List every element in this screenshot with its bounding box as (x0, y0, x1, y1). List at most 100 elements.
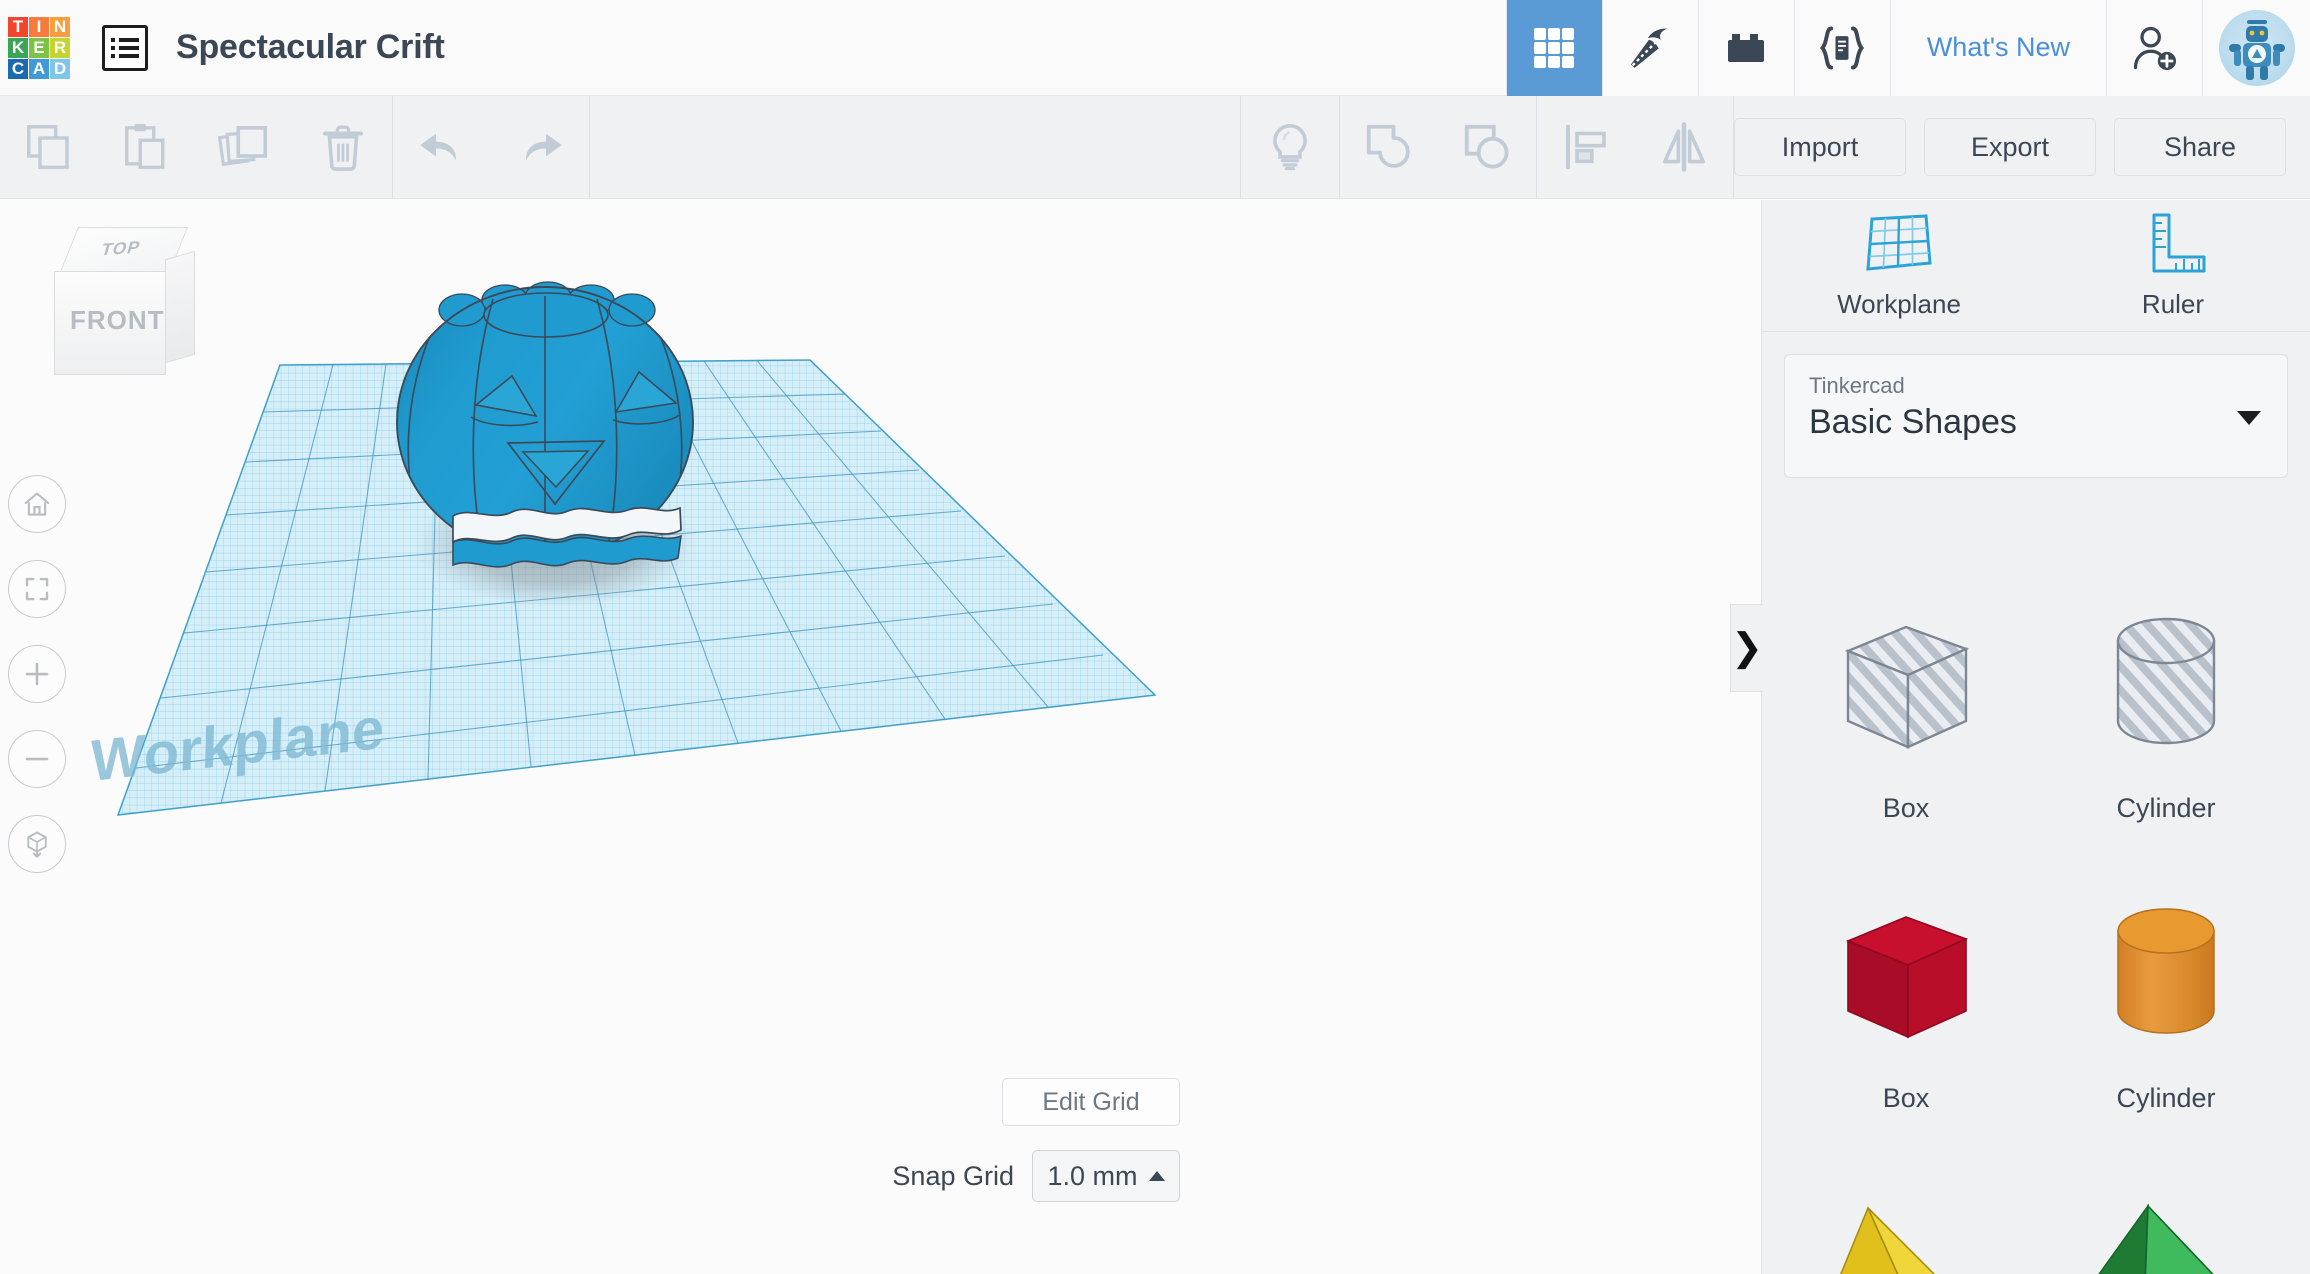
group-tool-group (1340, 96, 1536, 199)
whats-new-link[interactable]: What's New (1889, 0, 2106, 96)
trash-icon (322, 125, 364, 171)
group-shapes-icon (1366, 124, 1410, 168)
shape-label: Box (1882, 792, 1930, 823)
brick-icon (1728, 33, 1765, 62)
library-dropdown-wrap: Tinkercad Basic Shapes (1762, 332, 2310, 478)
library-selected-label: Basic Shapes (1809, 403, 2017, 441)
shape-item-roof-green[interactable] (2036, 1146, 2296, 1274)
header-nav: What's New (1505, 0, 2310, 96)
view-cube-top-label: TOP (98, 237, 144, 260)
minus-icon (25, 757, 49, 761)
view-cube[interactable]: TOP FRONT (44, 215, 204, 375)
robot-avatar-icon (2228, 19, 2285, 80)
copy-button[interactable] (0, 96, 98, 199)
snap-grid-control: Snap Grid 1.0 mm (892, 1150, 1180, 1202)
shape-grid: Box Cylinder Box Cylinder (1762, 558, 2310, 1274)
hint-tool-group (1241, 96, 1339, 199)
list-menu-icon[interactable] (102, 24, 148, 71)
user-avatar-button[interactable] (2202, 0, 2310, 96)
logo-letter: E (29, 37, 49, 58)
align-tool-group (1537, 96, 1733, 199)
nav-codeblocks-tab[interactable] (1601, 0, 1698, 96)
history-tool-group (393, 96, 589, 199)
shape-item-box-hole[interactable]: Box (1776, 566, 2036, 856)
redo-arrow-icon (525, 133, 562, 161)
ungroup-shapes-icon (1464, 124, 1509, 169)
pickaxe-icon (1631, 28, 1668, 68)
snap-grid-select[interactable]: 1.0 mm (1032, 1150, 1180, 1202)
export-button[interactable]: Export (1924, 118, 2096, 176)
logo-letter: I (29, 16, 49, 37)
panel-collapse-button[interactable]: ❯ (1730, 604, 1763, 692)
pumpkin-mouth (452, 506, 682, 568)
perspective-toggle-button[interactable] (8, 815, 66, 873)
logo-letter: D (50, 58, 70, 79)
shape-item-pyramid-yellow[interactable] (1776, 1146, 2036, 1274)
panel-tools: Workplane Ruler (1762, 200, 2310, 332)
grid-icon (1534, 27, 1575, 68)
logo-letter: C (8, 58, 28, 79)
snap-grid-label: Snap Grid (892, 1160, 1014, 1191)
mirror-icon (1663, 122, 1705, 172)
shape-item-cylinder-orange[interactable]: Cylinder (2036, 856, 2296, 1146)
scene-3d: Workplane (90, 281, 1157, 816)
nav-designs-tab[interactable] (1505, 0, 1602, 96)
share-button[interactable]: Share (2114, 118, 2286, 176)
delete-button[interactable] (294, 96, 392, 199)
logo-letter: T (8, 16, 28, 37)
redo-button[interactable] (491, 96, 589, 199)
cylinder-hole-thumbnail (2076, 599, 2256, 779)
shape-label: Cylinder (2116, 1082, 2216, 1113)
shape-item-box-red[interactable]: Box (1776, 856, 2036, 1146)
view-controls (8, 475, 66, 873)
shape-library-dropdown[interactable]: Tinkercad Basic Shapes (1784, 354, 2288, 478)
paste-button[interactable] (98, 96, 196, 199)
hint-button[interactable] (1241, 96, 1339, 199)
fit-to-view-button[interactable] (8, 560, 66, 618)
ortho-perspective-icon (27, 831, 47, 858)
zoom-out-button[interactable] (8, 730, 66, 788)
zoom-in-button[interactable] (8, 645, 66, 703)
home-view-button[interactable] (8, 475, 66, 533)
chevron-down-icon (2237, 411, 2261, 425)
lightbulb-icon (1273, 124, 1307, 171)
fit-view-icon (25, 577, 49, 601)
code-braces-icon (1820, 26, 1865, 69)
chevron-right-icon: ❯ (1731, 627, 1763, 669)
snap-grid-value: 1.0 mm (1047, 1160, 1138, 1191)
tinkercad-logo[interactable]: T I N K E R C A D (8, 16, 70, 79)
home-icon (24, 492, 50, 516)
nav-code-tab[interactable] (1793, 0, 1890, 96)
cylinder-orange-thumbnail (2076, 889, 2256, 1069)
shape-label: Box (1882, 1082, 1930, 1113)
toolbar-divider (589, 95, 590, 199)
view-cube-side-face[interactable] (165, 250, 195, 364)
duplicate-button[interactable] (196, 96, 294, 199)
shape-item-cylinder-hole[interactable]: Cylinder (2036, 566, 2296, 856)
ruler-icon (2152, 213, 2206, 273)
nav-blocks-tab[interactable] (1697, 0, 1794, 96)
clipboard-tool-group (0, 96, 392, 199)
view-cube-front-label: FRONT (70, 305, 165, 335)
group-button[interactable] (1340, 96, 1438, 199)
pyramid-yellow-thumbnail (1816, 1194, 1996, 1274)
undo-button[interactable] (393, 96, 491, 199)
invite-person-button[interactable] (2106, 0, 2202, 96)
ruler-tool-label: Ruler (2141, 289, 2205, 319)
ruler-tool-button[interactable]: Ruler (2036, 200, 2310, 331)
roof-green-thumbnail (2076, 1194, 2256, 1274)
mirror-button[interactable] (1635, 96, 1733, 199)
ungroup-button[interactable] (1438, 96, 1536, 199)
design-canvas[interactable]: Workplane TOP FRONT Edit Grid Snap Grid … (0, 200, 1761, 1274)
plus-icon (25, 662, 49, 686)
align-button[interactable] (1537, 96, 1635, 199)
logo-letter: R (50, 37, 70, 58)
paste-icon (125, 124, 165, 169)
edit-grid-button[interactable]: Edit Grid (1002, 1078, 1180, 1126)
duplicate-icon (218, 126, 268, 167)
workplane-tool-label: Workplane (1837, 289, 1961, 319)
import-button[interactable]: Import (1734, 118, 1906, 176)
toolbar-actions: Import Export Share (1734, 118, 2310, 176)
workplane-tool-button[interactable]: Workplane (1762, 200, 2036, 331)
shape-label: Cylinder (2116, 792, 2216, 823)
